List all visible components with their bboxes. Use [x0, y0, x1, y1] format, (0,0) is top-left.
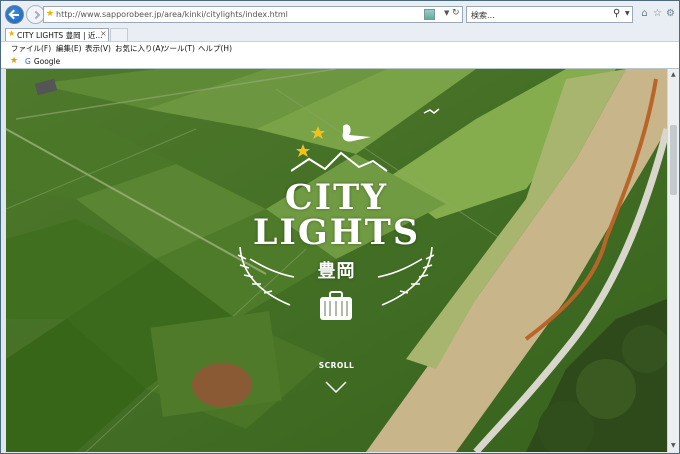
scroll-up-icon[interactable]: ▲	[671, 71, 676, 78]
url-path: /area/kinki/citylights/index.html	[161, 10, 288, 19]
scrollbar-thumb[interactable]	[670, 125, 677, 195]
favorite-link-google[interactable]: G Google	[25, 57, 60, 66]
tab-close-icon[interactable]: ×	[100, 29, 107, 38]
add-favorite-icon[interactable]: ★	[10, 56, 18, 66]
address-dropdown-icon[interactable]: ▼	[444, 9, 449, 17]
favorite-link-label: Google	[33, 57, 61, 66]
search-field[interactable]: 検索... ⚲ ▼	[466, 6, 633, 23]
logo-star-left-icon	[296, 144, 310, 157]
scroll-label[interactable]: SCROLL	[6, 361, 667, 370]
refresh-icon[interactable]: ↻	[452, 8, 460, 18]
favicon-star: ★	[46, 9, 55, 19]
suitcase-icon	[320, 291, 352, 320]
menu-edit[interactable]: 編集(E)	[56, 43, 82, 54]
tab-strip: ★ CITY LIGHTS 豊岡 | 近... ×	[1, 28, 679, 41]
menu-tools[interactable]: ツール(T)	[162, 43, 195, 54]
tab-favicon-icon: ★	[8, 29, 16, 38]
page-content: CITY LIGHTS 豊岡 SCROLL	[6, 69, 667, 452]
search-icon[interactable]: ⚲	[613, 8, 620, 19]
logo-mountains-shape	[291, 151, 388, 172]
address-bar-row: ★ http://www.sapporobeer.jp/area/kinki/c…	[1, 1, 679, 28]
tab-title: CITY LIGHTS 豊岡 | 近...	[17, 31, 103, 40]
menu-view[interactable]: 表示(V)	[85, 43, 111, 54]
scroll-arrow-icon[interactable]	[324, 379, 348, 395]
address-field[interactable]: ★ http://www.sapporobeer.jp/area/kinki/c…	[43, 6, 463, 23]
settings-gear-icon[interactable]: ⚙	[664, 8, 677, 19]
logo-star-right-icon	[311, 126, 325, 139]
new-tab-button[interactable]	[110, 28, 128, 41]
menu-file[interactable]: ファイル(F)	[11, 43, 51, 54]
toolbar-icons: ⌂ ☆ ⚙	[638, 8, 677, 19]
favorites-bar: ★ G Google	[1, 54, 679, 69]
home-icon[interactable]: ⌂	[638, 8, 651, 19]
browser-window: ★ http://www.sapporobeer.jp/area/kinki/c…	[0, 0, 680, 454]
tab-active[interactable]: ★ CITY LIGHTS 豊岡 | 近... ×	[5, 28, 109, 41]
menu-favorites[interactable]: お気に入り(A)	[115, 43, 163, 54]
url-text: http://www.sapporobeer.jp/area/kinki/cit…	[56, 10, 288, 19]
google-icon: G	[25, 57, 31, 66]
scroll-down-icon[interactable]: ▼	[671, 442, 676, 449]
menu-bar: ファイル(F) 編集(E) 表示(V) お気に入り(A) ツール(T) ヘルプ(…	[1, 41, 679, 54]
back-button[interactable]	[5, 5, 24, 24]
vertical-scrollbar[interactable]: ▲ ▼	[667, 69, 679, 452]
logo-crane-shape	[342, 124, 371, 142]
crane-logo-icon	[291, 124, 388, 172]
menu-help[interactable]: ヘルプ(H)	[198, 43, 232, 54]
search-placeholder: 検索...	[471, 11, 495, 20]
site-identity-icon[interactable]	[424, 9, 435, 20]
url-host: http://www.sapporobeer.jp	[56, 10, 162, 19]
search-dropdown-icon[interactable]: ▼	[625, 10, 630, 17]
favorites-star-icon[interactable]: ☆	[651, 8, 664, 19]
